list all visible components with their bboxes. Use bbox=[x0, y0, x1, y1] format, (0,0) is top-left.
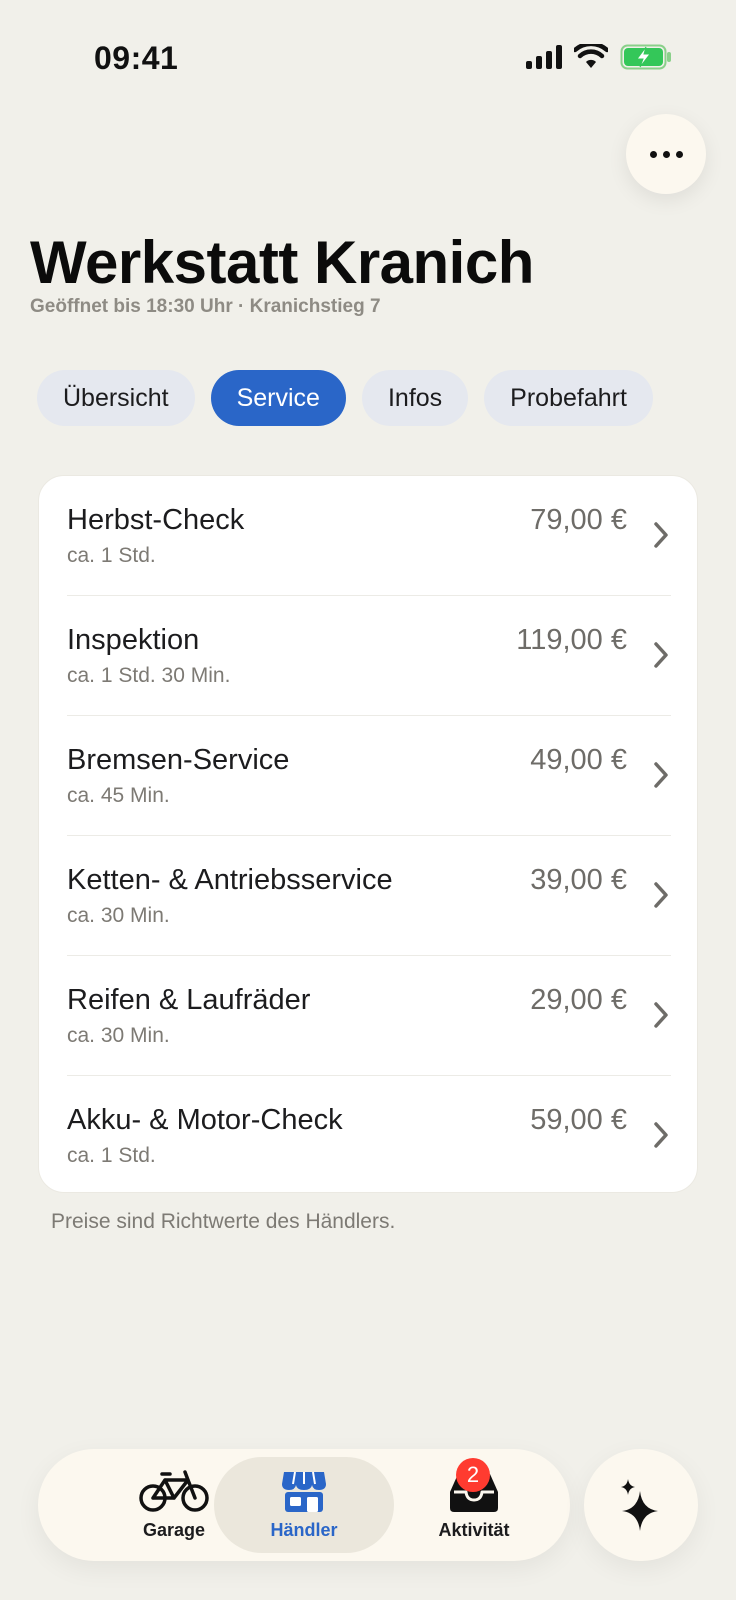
wifi-icon bbox=[574, 44, 608, 68]
service-name: Herbst-Check bbox=[67, 504, 245, 536]
service-name: Bremsen-Service bbox=[67, 744, 290, 776]
bicycle-icon bbox=[139, 1470, 209, 1512]
service-row-akku-motor[interactable]: Akku- & Motor-Check ca. 1 Std. 59,00 € bbox=[67, 1076, 671, 1196]
service-duration: ca. 1 Std. bbox=[67, 1144, 156, 1167]
status-time: 09:41 bbox=[94, 40, 179, 76]
chevron-right-icon bbox=[654, 522, 668, 548]
service-name: Inspektion bbox=[67, 624, 200, 656]
service-duration: ca. 30 Min. bbox=[67, 904, 170, 927]
cellular-signal-icon bbox=[526, 45, 562, 69]
store-icon bbox=[282, 1471, 326, 1512]
service-duration: ca. 45 Min. bbox=[67, 784, 170, 807]
page-title: Werkstatt Kranich bbox=[30, 229, 534, 296]
service-price: 79,00 € bbox=[530, 504, 627, 536]
tabbar-label: Aktivität bbox=[438, 1520, 510, 1540]
tab-uebersicht[interactable]: Übersicht bbox=[37, 370, 195, 426]
chevron-right-icon bbox=[654, 762, 668, 788]
service-row-inspektion[interactable]: Inspektion ca. 1 Std. 30 Min. 119,00 € bbox=[67, 596, 671, 716]
bottom-tab-bar: Garage Händler Aktivität bbox=[38, 1449, 570, 1561]
services-list: Herbst-Check ca. 1 Std. 79,00 € Inspekti… bbox=[38, 475, 698, 1193]
service-row-reifen-laufraeder[interactable]: Reifen & Laufräder ca. 30 Min. 29,00 € bbox=[67, 956, 671, 1076]
service-name: Reifen & Laufräder bbox=[67, 984, 311, 1016]
service-name: Ketten- & Antriebsservice bbox=[67, 864, 393, 896]
page-subtitle: Geöffnet bis 18:30 Uhr · Kranichstieg 7 bbox=[30, 296, 381, 317]
chevron-right-icon bbox=[654, 642, 668, 668]
service-price: 39,00 € bbox=[530, 864, 627, 896]
sparkle-icon bbox=[621, 1479, 658, 1531]
ellipsis-dot bbox=[662, 150, 670, 158]
tabbar-label: Garage bbox=[142, 1520, 206, 1540]
service-duration: ca. 1 Std. bbox=[67, 544, 156, 567]
more-options-button[interactable] bbox=[626, 114, 706, 194]
service-duration: ca. 1 Std. 30 Min. bbox=[67, 664, 231, 687]
sparkle-assistant-button[interactable] bbox=[584, 1449, 698, 1561]
price-footnote: Preise sind Richtwerte des Händlers. bbox=[51, 1210, 396, 1233]
tab-service[interactable]: Service bbox=[210, 370, 346, 426]
tab-infos[interactable]: Infos bbox=[361, 370, 469, 426]
chevron-right-icon bbox=[654, 882, 668, 908]
service-price: 59,00 € bbox=[530, 1104, 627, 1136]
segment-tabs: Übersicht Service Infos Probefahrt bbox=[37, 370, 653, 426]
service-price: 29,00 € bbox=[530, 984, 627, 1016]
service-duration: ca. 30 Min. bbox=[67, 1024, 170, 1047]
tabbar-haendler[interactable]: Händler bbox=[214, 1457, 394, 1553]
chevron-right-icon bbox=[654, 1122, 668, 1148]
tabbar-label: Händler bbox=[270, 1520, 338, 1540]
service-row-herbst-check[interactable]: Herbst-Check ca. 1 Std. 79,00 € bbox=[67, 476, 671, 596]
battery-charging-icon bbox=[620, 44, 671, 70]
service-row-bremsen-service[interactable]: Bremsen-Service ca. 45 Min. 49,00 € bbox=[67, 716, 671, 836]
ellipsis-icon bbox=[649, 150, 657, 158]
service-name: Akku- & Motor-Check bbox=[67, 1104, 343, 1136]
service-price: 119,00 € bbox=[516, 624, 627, 656]
notification-badge: 2 bbox=[456, 1458, 490, 1492]
ellipsis-dot bbox=[675, 150, 683, 158]
chevron-right-icon bbox=[654, 1002, 668, 1028]
service-row-ketten-antrieb[interactable]: Ketten- & Antriebsservice ca. 30 Min. 39… bbox=[67, 836, 671, 956]
status-icons bbox=[526, 44, 672, 70]
status-bar: 09:41 bbox=[0, 0, 736, 120]
service-price: 49,00 € bbox=[530, 744, 627, 776]
tab-probefahrt[interactable]: Probefahrt bbox=[484, 370, 653, 426]
